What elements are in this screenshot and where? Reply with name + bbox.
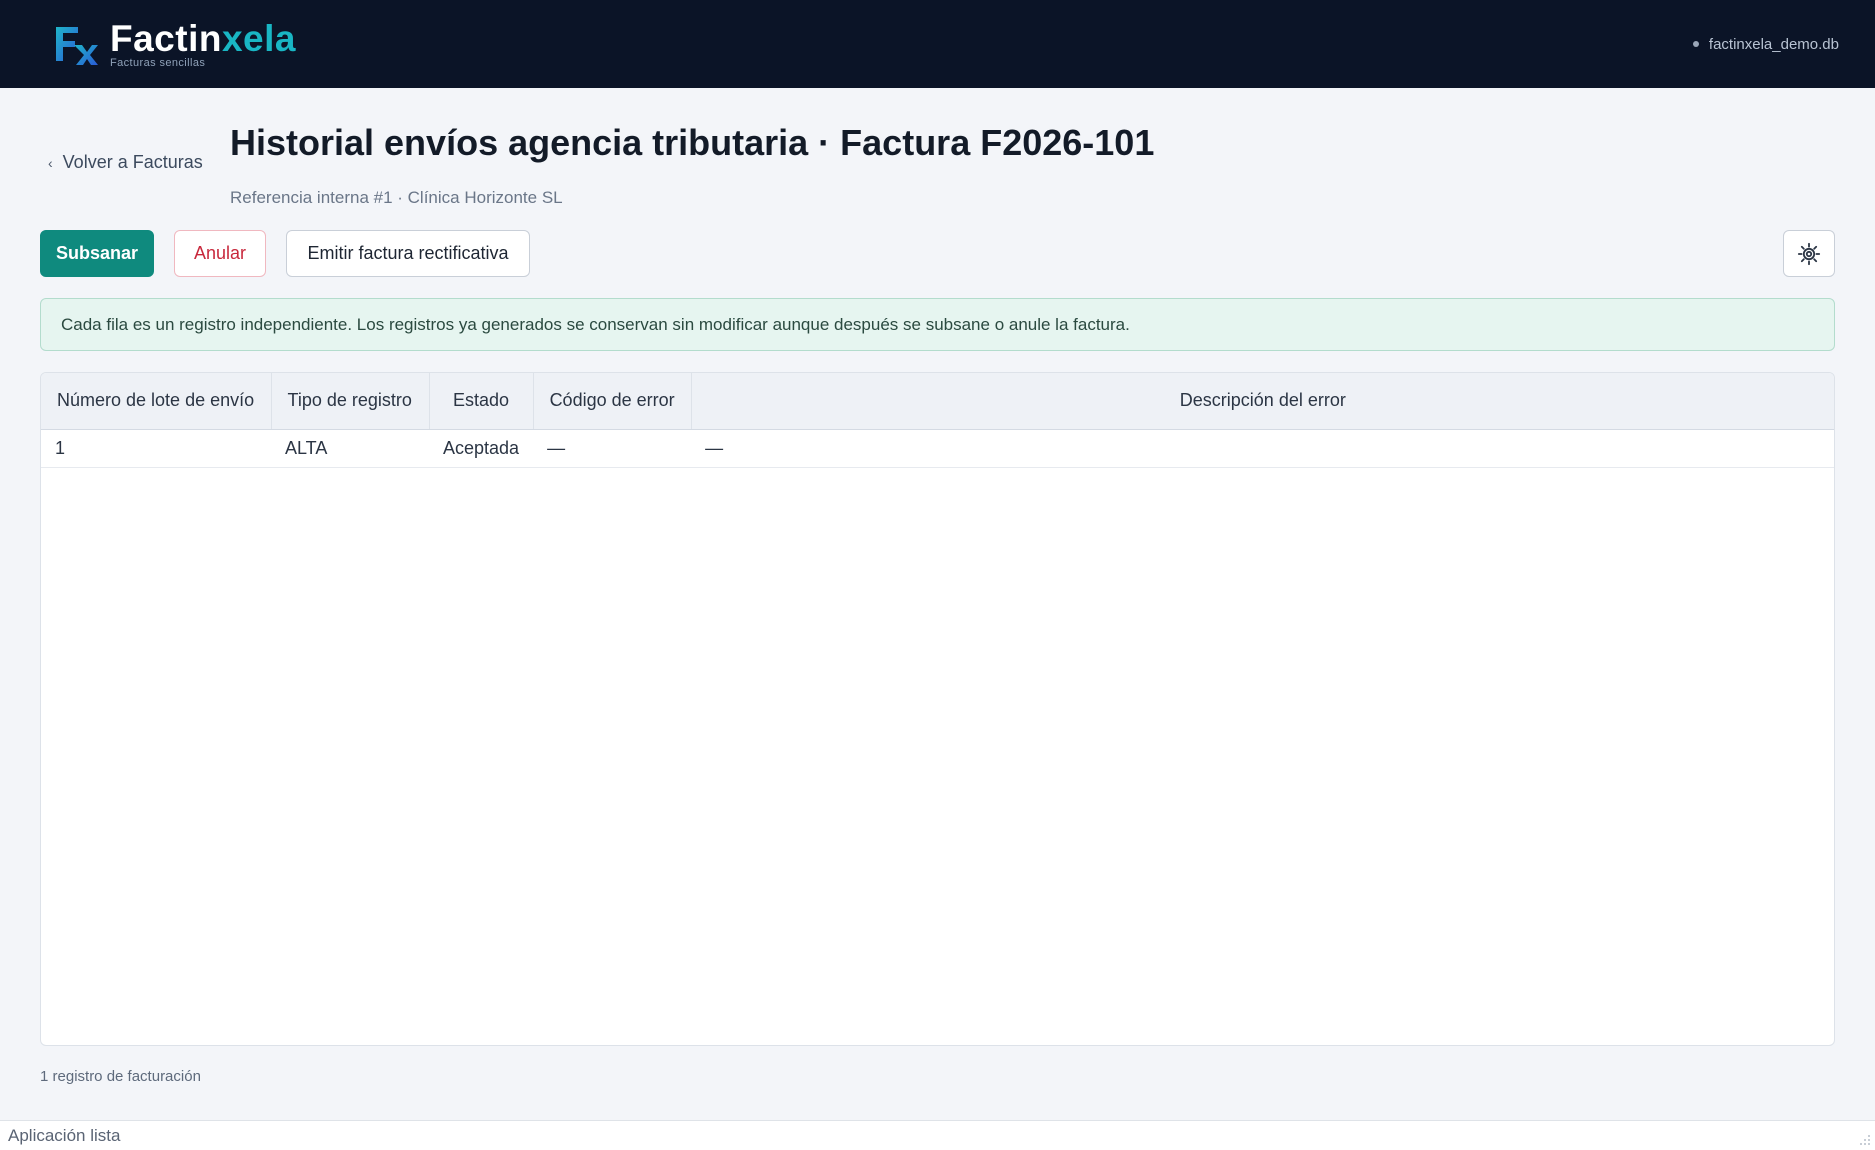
brand-logo: Factinxela Facturas sencillas: [52, 20, 296, 69]
column-header-lote[interactable]: Número de lote de envío: [41, 373, 272, 430]
column-header-estado[interactable]: Estado: [429, 373, 534, 430]
status-bar: Aplicación lista: [0, 1120, 1875, 1150]
record-count: 1 registro de facturación: [40, 1068, 201, 1085]
table-header-row: Número de lote de envío Tipo de registro…: [41, 373, 1834, 430]
cell-descripcion: —: [691, 429, 1834, 468]
table-row[interactable]: 1 ALTA Aceptada — —: [41, 429, 1834, 468]
brand-tagline: Facturas sencillas: [110, 56, 206, 69]
brand-name-part1: Factin: [110, 17, 222, 59]
column-header-tipo[interactable]: Tipo de registro: [271, 373, 430, 430]
settings-button[interactable]: [1783, 230, 1835, 277]
app-header: Factinxela Facturas sencillas factinxela…: [0, 0, 1875, 88]
page-title: Historial envíos agencia tributaria · Fa…: [230, 122, 1155, 163]
back-to-invoices-link[interactable]: ‹ Volver a Facturas: [48, 152, 203, 173]
subsanar-button[interactable]: Subsanar: [40, 230, 154, 277]
emit-rectificativa-button[interactable]: Emitir factura rectificativa: [286, 230, 530, 277]
gear-icon: [1797, 242, 1821, 265]
back-link-label: Volver a Facturas: [62, 152, 203, 172]
column-header-codigo[interactable]: Código de error: [533, 373, 692, 430]
database-name: factinxela_demo.db: [1708, 35, 1839, 53]
cell-estado: Aceptada: [429, 429, 534, 468]
database-indicator: factinxela_demo.db: [1692, 35, 1839, 53]
resize-grip-icon[interactable]: [1859, 1134, 1871, 1146]
anular-button[interactable]: Anular: [174, 230, 266, 277]
status-dot-icon: [1692, 41, 1699, 47]
chevron-left-icon: ‹: [48, 154, 53, 171]
cell-tipo: ALTA: [271, 429, 429, 468]
status-text: Aplicación lista: [8, 1125, 121, 1145]
submission-history-table: Número de lote de envío Tipo de registro…: [40, 372, 1835, 1046]
cell-lote: 1: [41, 429, 271, 468]
cell-codigo: —: [533, 429, 692, 468]
info-banner: Cada fila es un registro independiente. …: [40, 298, 1835, 351]
column-header-descripcion[interactable]: Descripción del error: [691, 373, 1834, 430]
brand-name: Factinxela: [110, 20, 296, 57]
brand-name-part2: xela: [221, 17, 296, 59]
info-banner-text: Cada fila es un registro independiente. …: [61, 314, 1130, 334]
page-subtitle: Referencia interna #1 · Clínica Horizont…: [230, 188, 563, 207]
factinxela-logo-icon: [56, 27, 98, 65]
